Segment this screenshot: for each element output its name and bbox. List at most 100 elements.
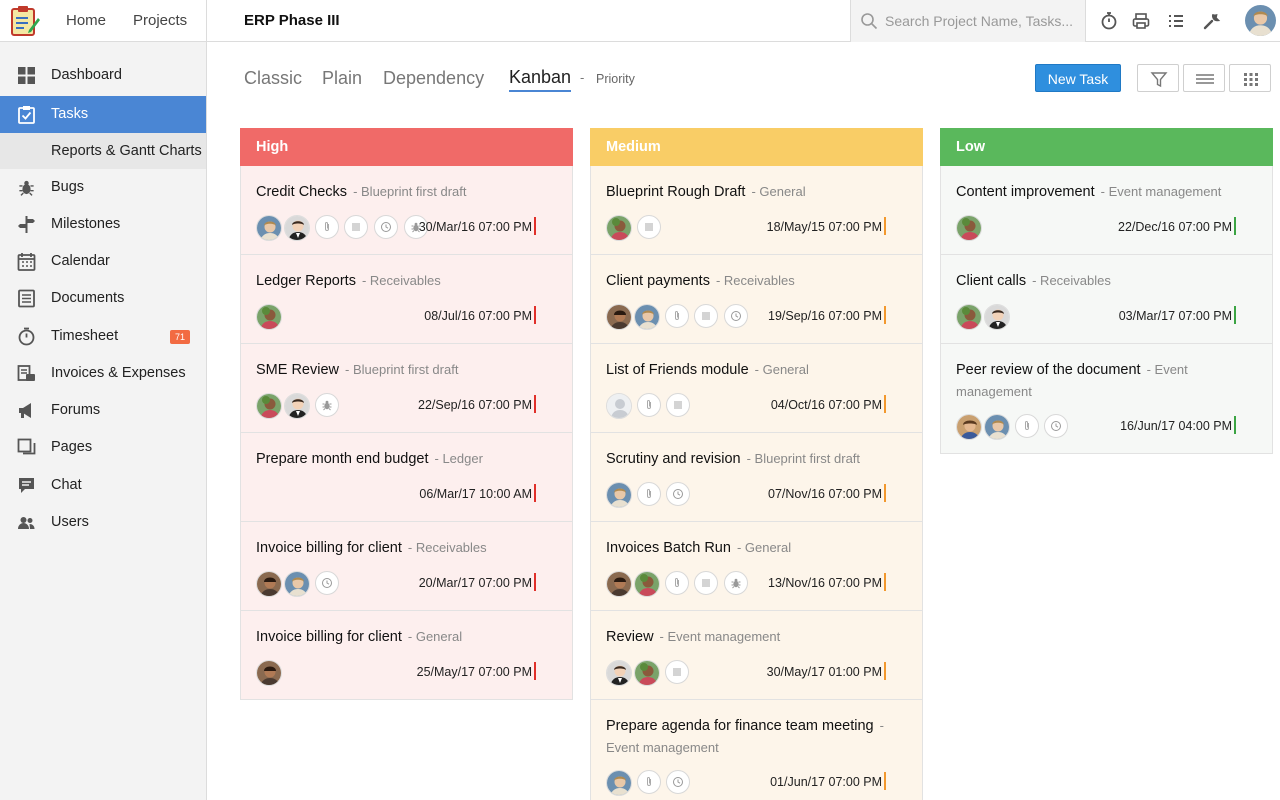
assignee-avatar[interactable] [606, 660, 632, 686]
task-card[interactable]: Invoice billing for client - General 25/M… [240, 611, 573, 700]
sidebar-item-timesheet[interactable]: Timesheet 71 [0, 318, 206, 355]
task-card[interactable]: Ledger Reports - Receivables 08/Jul/16 07… [240, 255, 573, 344]
group-by-priority[interactable]: Priority [596, 64, 635, 94]
assignee-avatar[interactable] [256, 215, 282, 241]
attachment-icon[interactable] [315, 215, 339, 239]
task-card[interactable]: Invoices Batch Run - General 13/Nov/16 07… [590, 522, 923, 611]
task-title[interactable]: Prepare month end budget [256, 451, 429, 467]
assignee-avatar[interactable] [284, 393, 310, 419]
assignee-avatar[interactable] [956, 304, 982, 330]
project-title[interactable]: ERP Phase III [244, 0, 340, 42]
sidebar-item-documents[interactable]: Documents [0, 280, 206, 317]
task-title[interactable]: Credit Checks [256, 184, 347, 200]
assignee-avatar[interactable] [606, 304, 632, 330]
assignee-avatar[interactable] [634, 304, 660, 330]
assignee-avatar[interactable] [256, 660, 282, 686]
bug-icon[interactable] [724, 571, 748, 595]
sidebar-item-calendar[interactable]: Calendar [0, 243, 206, 280]
nav-projects[interactable]: Projects [133, 0, 187, 42]
task-title[interactable]: Client payments [606, 273, 710, 289]
task-title[interactable]: Content improvement [956, 184, 1095, 200]
attachment-icon[interactable] [665, 571, 689, 595]
sidebar-item-forums[interactable]: Forums [0, 392, 206, 429]
task-title[interactable]: SME Review [256, 362, 339, 378]
assignee-avatar[interactable] [606, 215, 632, 241]
task-title[interactable]: Invoice billing for client [256, 540, 402, 556]
assignee-avatar[interactable] [284, 215, 310, 241]
sidebar-item-dashboard[interactable]: Dashboard [0, 57, 206, 94]
assignee-avatar[interactable] [256, 571, 282, 597]
task-list-icon[interactable] [1166, 11, 1186, 31]
assignee-avatar-placeholder[interactable] [606, 393, 632, 419]
task-card[interactable]: Client calls - Receivables 03/Mar/17 07:0… [940, 255, 1273, 344]
assignee-avatar[interactable] [956, 215, 982, 241]
assignee-avatar[interactable] [606, 770, 632, 796]
task-title[interactable]: Scrutiny and revision [606, 451, 741, 467]
sidebar-item-users[interactable]: Users [0, 504, 206, 541]
clock-icon[interactable] [1044, 414, 1068, 438]
task-card[interactable]: List of Friends module - General 04/Oct/1… [590, 344, 923, 433]
attachment-icon[interactable] [665, 304, 689, 328]
assignee-avatar[interactable] [634, 660, 660, 686]
grid-view-button[interactable] [1229, 64, 1271, 92]
task-title[interactable]: Invoice billing for client [256, 629, 402, 645]
tab-kanban[interactable]: Kanban [509, 64, 572, 92]
settings-wrench-icon[interactable] [1201, 11, 1221, 31]
task-card[interactable]: Review - Event management 30/May/17 01:00… [590, 611, 923, 700]
sidebar-item-tasks[interactable]: Tasks [0, 96, 206, 133]
task-card[interactable]: Scrutiny and revision - Blueprint first d… [590, 433, 923, 522]
task-title[interactable]: Blueprint Rough Draft [606, 184, 745, 200]
assignee-avatar[interactable] [634, 571, 660, 597]
attachment-icon[interactable] [637, 393, 661, 417]
tab-classic[interactable]: Classic [244, 64, 302, 92]
task-card[interactable]: Peer review of the document - Event manag… [940, 344, 1273, 454]
assignee-avatar[interactable] [256, 304, 282, 330]
sidebar-item-bugs[interactable]: Bugs [0, 169, 206, 206]
task-title[interactable]: Prepare agenda for finance team meeting [606, 718, 874, 734]
print-icon[interactable] [1131, 11, 1151, 31]
task-card[interactable]: SME Review - Blueprint first draft 22/Sep… [240, 344, 573, 433]
attachment-icon[interactable] [637, 482, 661, 506]
task-title[interactable]: Ledger Reports [256, 273, 356, 289]
assignee-avatar[interactable] [956, 414, 982, 440]
task-title[interactable]: Client calls [956, 273, 1026, 289]
task-title[interactable]: Invoices Batch Run [606, 540, 731, 556]
task-title[interactable]: Peer review of the document [956, 362, 1141, 378]
assignee-avatar[interactable] [606, 482, 632, 508]
subtask-list-icon[interactable] [666, 393, 690, 417]
search-input[interactable] [885, 0, 1081, 42]
subtask-list-icon[interactable] [665, 660, 689, 684]
attachment-icon[interactable] [637, 770, 661, 794]
sidebar-item-milestones[interactable]: Milestones [0, 206, 206, 243]
task-card[interactable]: Prepare agenda for finance team meeting -… [590, 700, 923, 800]
task-title[interactable]: List of Friends module [606, 362, 749, 378]
app-logo-icon[interactable] [8, 4, 42, 38]
new-task-button[interactable]: New Task [1035, 64, 1121, 92]
assignee-avatar[interactable] [984, 414, 1010, 440]
sidebar-item-pages[interactable]: Pages [0, 429, 206, 466]
user-avatar[interactable] [1245, 5, 1276, 36]
clock-icon[interactable] [724, 304, 748, 328]
subtask-list-icon[interactable] [694, 571, 718, 595]
clock-icon[interactable] [666, 770, 690, 794]
assignee-avatar[interactable] [256, 393, 282, 419]
task-card[interactable]: Credit Checks - Blueprint first draft 30/… [240, 166, 573, 255]
filter-button[interactable] [1137, 64, 1179, 92]
task-card[interactable]: Blueprint Rough Draft - General 18/May/15… [590, 166, 923, 255]
subtask-list-icon[interactable] [344, 215, 368, 239]
list-view-button[interactable] [1183, 64, 1225, 92]
task-card[interactable]: Invoice billing for client - Receivables … [240, 522, 573, 611]
task-card[interactable]: Client payments - Receivables 19/Sep/16 0… [590, 255, 923, 344]
nav-home[interactable]: Home [66, 0, 106, 42]
task-card[interactable]: Prepare month end budget - Ledger 06/Mar/… [240, 433, 573, 522]
timer-icon[interactable] [1099, 11, 1119, 31]
sidebar-item-chat[interactable]: Chat [0, 467, 206, 504]
bug-icon[interactable] [315, 393, 339, 417]
subtask-list-icon[interactable] [694, 304, 718, 328]
clock-icon[interactable] [315, 571, 339, 595]
task-title[interactable]: Review [606, 629, 654, 645]
clock-icon[interactable] [374, 215, 398, 239]
subtask-list-icon[interactable] [637, 215, 661, 239]
attachment-icon[interactable] [1015, 414, 1039, 438]
assignee-avatar[interactable] [284, 571, 310, 597]
